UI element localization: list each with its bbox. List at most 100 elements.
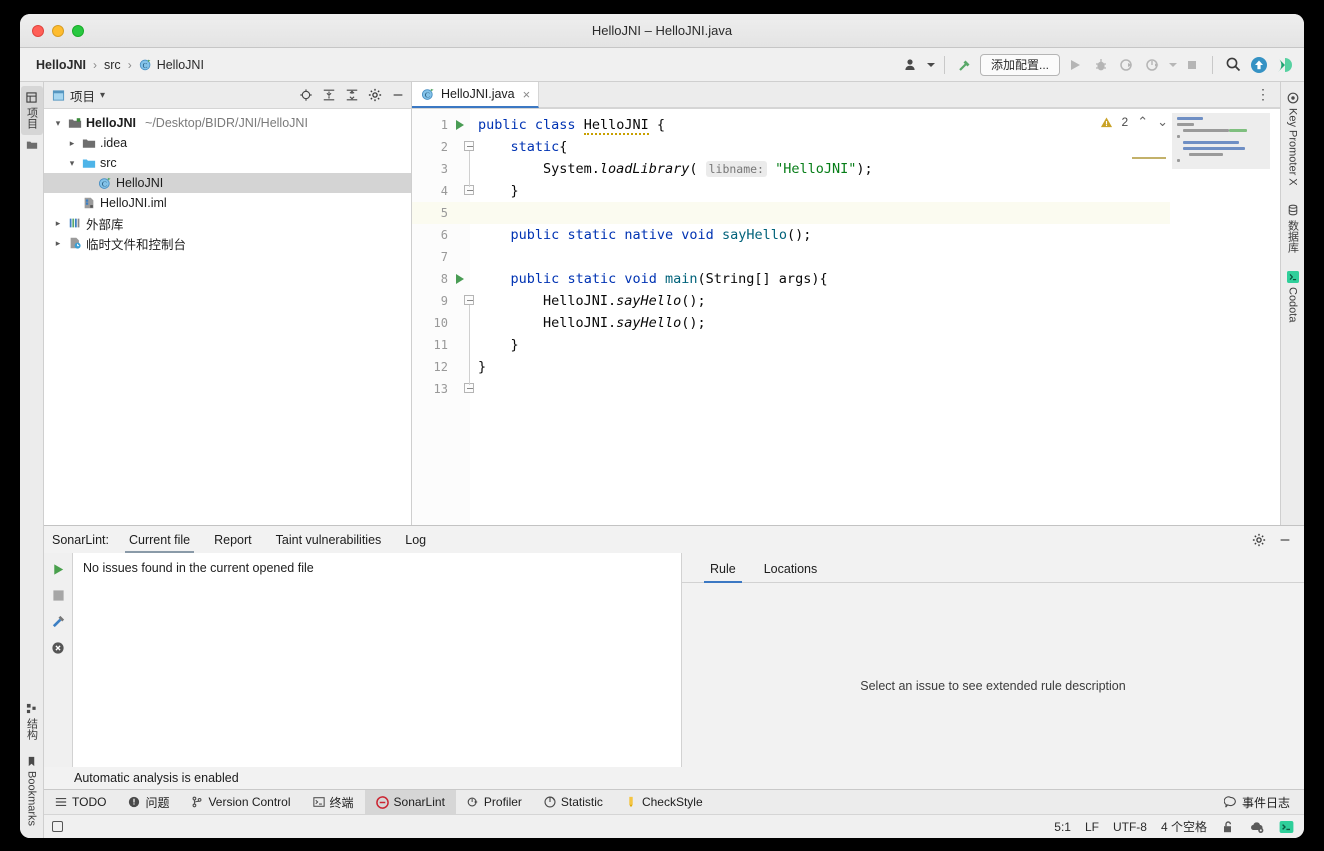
terminal-green-icon[interactable]	[1279, 820, 1294, 834]
play-icon[interactable]	[1064, 54, 1086, 76]
minimize-icon[interactable]	[391, 88, 405, 102]
sidebar-item-codota[interactable]: Codota	[1284, 265, 1302, 328]
folder-icon[interactable]	[26, 139, 38, 151]
add-configuration-button[interactable]: 添加配置...	[979, 53, 1060, 76]
editor-gutter[interactable]: 1 2 3 4 5 6 7 8 9 10 11 12 13	[412, 109, 474, 525]
tools-icon[interactable]	[51, 614, 66, 629]
code-editor[interactable]: 1 2 3 4 5 6 7 8 9 10 11 12 13 public cla…	[412, 109, 1280, 525]
tab-log[interactable]: Log	[393, 528, 438, 551]
tabbar-spacer	[539, 82, 1246, 108]
sonarlint-issue-list[interactable]: No issues found in the current opened fi…	[73, 553, 682, 767]
code-line: System.loadLibrary( libname: "HelloJNI")…	[478, 161, 873, 177]
previous-highlight-icon[interactable]: ⌃	[1137, 114, 1148, 130]
line-separator[interactable]: LF	[1085, 820, 1099, 834]
next-highlight-icon[interactable]: ⌄	[1157, 114, 1168, 130]
scratches-icon	[68, 236, 82, 250]
run-gutter-icon[interactable]	[456, 274, 464, 284]
chevron-down-icon[interactable]	[926, 62, 935, 67]
tab-taint-vulnerabilities[interactable]: Taint vulnerabilities	[264, 528, 394, 551]
lock-open-icon[interactable]	[1221, 820, 1235, 834]
chevron-down-icon[interactable]: ▾	[66, 158, 78, 169]
chevron-right-icon[interactable]: ▸	[66, 138, 78, 149]
search-icon[interactable]	[1222, 54, 1244, 76]
breadcrumb-item-project[interactable]: HelloJNI	[34, 57, 88, 73]
hammer-icon[interactable]	[954, 54, 976, 76]
code-line: public static native void sayHello();	[510, 227, 812, 243]
event-log-button[interactable]: 事件日志	[1223, 790, 1304, 814]
person-icon[interactable]	[900, 54, 922, 76]
bug-icon[interactable]	[1090, 54, 1112, 76]
cloud-gear-icon[interactable]	[1249, 820, 1265, 834]
bottom-tab-sonarlint[interactable]: SonarLint	[364, 790, 456, 814]
chevron-right-icon[interactable]: ▸	[52, 238, 64, 249]
breadcrumb-separator: ›	[93, 57, 98, 72]
tree-node-idea[interactable]: ▸ .idea	[44, 133, 411, 153]
todo-icon	[55, 796, 67, 808]
tree-node-iml-file[interactable]: HelloJNI.iml	[44, 193, 411, 213]
sidebar-item-project[interactable]: 项目	[20, 86, 43, 135]
editor-options-icon[interactable]: ⋮	[1246, 82, 1280, 108]
chevron-down-icon[interactable]: ▾	[52, 118, 64, 129]
bottom-tab-statistic[interactable]: Statistic	[533, 790, 614, 814]
svg-text:C: C	[142, 61, 147, 70]
sidebar-item-bookmarks[interactable]: Bookmarks	[23, 750, 41, 832]
code-minimap[interactable]	[1172, 113, 1270, 169]
breadcrumb-item-src[interactable]: src	[102, 57, 123, 73]
gear-icon[interactable]	[1252, 533, 1266, 547]
line-number: 2	[440, 140, 448, 154]
tree-node-hellojni-module[interactable]: ▾ HelloJNI ~/Desktop/BIDR/JNI/HelloJNI	[44, 113, 411, 133]
memory-indicator-icon[interactable]	[52, 821, 63, 832]
project-panel-header: 项目 ▾	[44, 82, 411, 109]
bottom-tab-version-control[interactable]: Version Control	[180, 790, 301, 814]
tab-hellojni-java[interactable]: C HelloJNI.java ×	[412, 82, 540, 108]
tree-node-scratches[interactable]: ▸ 临时文件和控制台	[44, 233, 411, 253]
breadcrumb-item-class[interactable]: C HelloJNI	[137, 57, 206, 73]
codota-icon[interactable]	[1274, 54, 1296, 76]
sidebar-item-structure[interactable]: 结构	[21, 697, 43, 746]
code-text[interactable]: public class HelloJNI { static{ System.l…	[470, 109, 1170, 525]
indent-setting[interactable]: 4 个空格	[1161, 818, 1207, 835]
right-tool-window-bar: Key Promoter X 数据库 Codota	[1280, 82, 1304, 525]
collapse-all-icon[interactable]	[345, 88, 359, 102]
coverage-icon[interactable]	[1116, 54, 1138, 76]
inspections-widget[interactable]: 2 ⌃ ⌄	[1100, 114, 1168, 130]
tree-node-src[interactable]: ▾ src	[44, 153, 411, 173]
bottom-tab-terminal[interactable]: 终端	[302, 790, 365, 814]
tree-node-external-libraries[interactable]: ▸ 外部库	[44, 213, 411, 233]
chevron-right-icon[interactable]: ▸	[52, 218, 64, 229]
editor-tab-bar: C HelloJNI.java × ⋮	[412, 82, 1280, 109]
stop-icon[interactable]	[1181, 54, 1203, 76]
rule-description-placeholder: Select an issue to see extended rule des…	[860, 679, 1126, 693]
tab-current-file[interactable]: Current file	[117, 528, 202, 553]
update-icon[interactable]	[1248, 54, 1270, 76]
tree-node-hellojni-class[interactable]: C HelloJNI	[44, 173, 411, 193]
cancel-circle-icon[interactable]	[51, 641, 65, 655]
bottom-tab-problems[interactable]: 问题	[117, 790, 180, 814]
bottom-tab-checkstyle[interactable]: CheckStyle	[614, 790, 714, 814]
chevron-down-icon[interactable]: ▾	[100, 90, 105, 101]
gear-icon[interactable]	[368, 88, 382, 102]
tab-report[interactable]: Report	[202, 528, 264, 551]
chevron-down-icon[interactable]	[1169, 62, 1177, 67]
project-tree[interactable]: ▾ HelloJNI ~/Desktop/BIDR/JNI/HelloJNI ▸	[44, 109, 411, 525]
tab-rule[interactable]: Rule	[696, 558, 750, 583]
editor-minimap-area[interactable]	[1132, 109, 1280, 525]
run-gutter-icon[interactable]	[456, 120, 464, 130]
play-icon[interactable]	[51, 562, 66, 577]
stop-icon[interactable]	[52, 589, 65, 602]
file-encoding[interactable]: UTF-8	[1113, 820, 1147, 834]
profiler-icon[interactable]	[1142, 54, 1164, 76]
bottom-tab-todo[interactable]: TODO	[44, 790, 117, 814]
minimize-icon[interactable]	[1278, 533, 1292, 547]
bottom-tab-profiler[interactable]: Profiler	[456, 790, 533, 814]
sidebar-item-key-promoter-x[interactable]: Key Promoter X	[1284, 86, 1302, 192]
expand-all-icon[interactable]	[322, 88, 336, 102]
project-panel-title[interactable]: 项目 ▾	[52, 86, 105, 105]
locate-icon[interactable]	[299, 88, 313, 102]
caret-position[interactable]: 5:1	[1054, 820, 1071, 834]
close-icon[interactable]: ×	[523, 87, 531, 102]
warning-stripe[interactable]	[1132, 157, 1166, 159]
sidebar-item-database[interactable]: 数据库	[1282, 198, 1304, 259]
tab-locations[interactable]: Locations	[750, 558, 832, 582]
